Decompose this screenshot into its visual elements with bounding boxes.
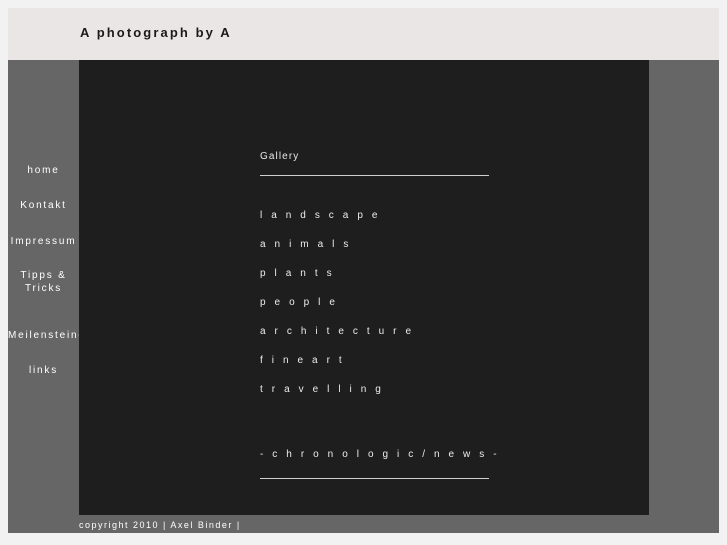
gallery-link-animals[interactable]: a n i m a l s bbox=[260, 239, 560, 268]
gallery-link-label: a n i m a l s bbox=[260, 239, 352, 250]
sidebar-item-meilensteine[interactable]: Meilensteine bbox=[8, 329, 84, 342]
sidebar-nav: home Kontakt Impressum Tipps & Tricks Me… bbox=[8, 60, 84, 515]
footer-divider bbox=[260, 478, 489, 479]
gallery-link-label: l a n d s c a p e bbox=[260, 210, 381, 221]
sidebar-item-links[interactable]: links bbox=[8, 364, 79, 377]
sidebar-item-impressum[interactable]: Impressum bbox=[8, 235, 79, 248]
gallery-link-people[interactable]: p e o p l e bbox=[260, 297, 560, 326]
gallery-link-label: p e o p l e bbox=[260, 297, 339, 308]
sidebar-item-label: Kontakt bbox=[20, 200, 67, 211]
sidebar-item-label: home bbox=[27, 165, 60, 176]
gallery-link-label: f i n e a r t bbox=[260, 355, 345, 366]
gallery-link-label: - c h r o n o l o g i c / n e w s - bbox=[260, 449, 500, 460]
main-frame: home Kontakt Impressum Tipps & Tricks Me… bbox=[8, 60, 719, 533]
gallery-content-panel: Gallery l a n d s c a p e a n i m a l s … bbox=[79, 60, 649, 515]
sidebar-item-home[interactable]: home bbox=[8, 164, 79, 177]
sidebar-item-tipps-tricks[interactable]: Tipps & Tricks bbox=[8, 269, 79, 295]
gallery-link-chronologic-news[interactable]: - c h r o n o l o g i c / n e w s - bbox=[260, 449, 500, 460]
sidebar-item-label: Impressum bbox=[10, 236, 77, 247]
site-header: A photograph by A bbox=[8, 8, 719, 60]
copyright-notice: copyright 2010 | Axel Binder | bbox=[79, 520, 241, 530]
heading-divider bbox=[260, 175, 489, 176]
sidebar-item-kontakt[interactable]: Kontakt bbox=[8, 199, 79, 212]
gallery-link-label: p l a n t s bbox=[260, 268, 335, 279]
gallery-link-fineart[interactable]: f i n e a r t bbox=[260, 355, 560, 384]
page-root: A photograph by A home Kontakt Impressum… bbox=[0, 0, 727, 545]
sidebar-item-label: Meilensteine bbox=[8, 330, 86, 341]
gallery-heading: Gallery bbox=[260, 151, 300, 162]
gallery-link-travelling[interactable]: t r a v e l l i n g bbox=[260, 384, 560, 413]
sidebar-item-label: links bbox=[28, 365, 58, 376]
gallery-link-label: t r a v e l l i n g bbox=[260, 384, 384, 395]
gallery-link-architecture[interactable]: a r c h i t e c t u r e bbox=[260, 326, 560, 355]
gallery-link-landscape[interactable]: l a n d s c a p e bbox=[260, 210, 560, 239]
gallery-link-label: a r c h i t e c t u r e bbox=[260, 326, 415, 337]
gallery-category-list: l a n d s c a p e a n i m a l s p l a n … bbox=[260, 210, 560, 413]
sidebar-item-label: Tipps & Tricks bbox=[20, 270, 67, 294]
page-title: A photograph by A bbox=[80, 25, 232, 40]
gallery-link-plants[interactable]: p l a n t s bbox=[260, 268, 560, 297]
